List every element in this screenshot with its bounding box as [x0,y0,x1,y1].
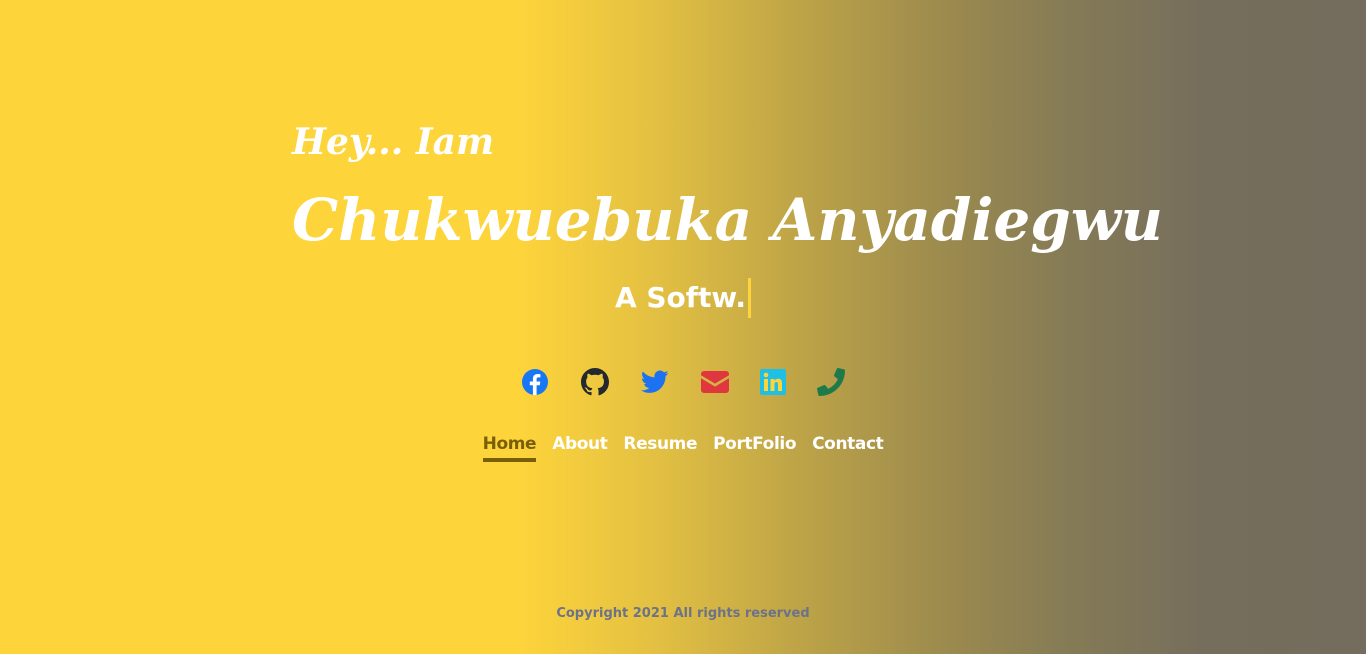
typing-cursor [748,278,752,318]
social-links [505,366,861,400]
typed-text: A Softw. [614,281,747,314]
envelope-icon [701,371,729,393]
twitter-link[interactable] [640,366,670,398]
linkedin-link[interactable] [758,366,788,398]
twitter-icon [641,370,669,394]
phone-icon [817,368,845,396]
nav-portfolio[interactable]: PortFolio [713,432,796,458]
main-nav: Home About Resume PortFolio Contact [0,432,1366,464]
greeting-text: Hey... Iam [292,121,495,163]
phone-link[interactable] [816,366,846,398]
github-icon [581,368,609,396]
facebook-icon [521,368,549,396]
linkedin-icon [760,369,786,395]
nav-resume[interactable]: Resume [623,432,697,458]
github-link[interactable] [580,366,610,398]
nav-contact[interactable]: Contact [812,432,884,458]
nav-about[interactable]: About [552,432,608,458]
email-link[interactable] [700,366,730,398]
footer-copyright: Copyright 2021 All rights reserved [556,606,810,621]
hero-name: Chukwuebuka Anyadiegwu [292,186,1163,254]
nav-home[interactable]: Home [482,432,537,462]
typed-subtitle: A Softw. [0,276,1366,320]
facebook-link[interactable] [520,366,550,398]
